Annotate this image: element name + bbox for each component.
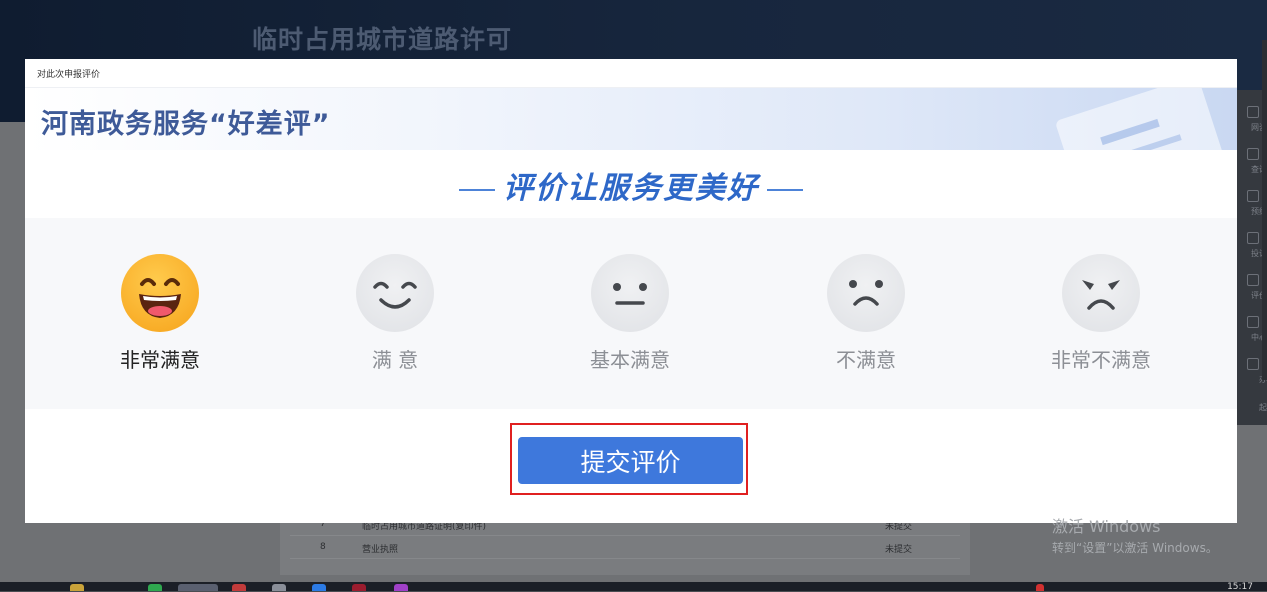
rating-option-satisfied[interactable]: 满 意 [315,254,475,384]
option-label: 基本满意 [590,348,670,372]
row-status: 未提交 [885,545,913,555]
dissatisfied-face-icon[interactable] [827,254,905,332]
rating-options: 非常满意 满 意 基本满意 不满意 非常不满意 [25,218,1237,409]
slogan-text: 评价让服务更美好 [503,171,759,206]
app-icon[interactable] [394,584,408,591]
app-icon[interactable] [272,584,286,591]
banner-title: 河南政务服务“好差评” [41,109,331,140]
evaluate-icon [1247,274,1259,286]
rating-option-dissatisfied[interactable]: 不满意 [786,254,946,384]
watermark-line-2: 转到“设置”以激活 Windows。 [1052,541,1218,555]
basically-satisfied-face-icon[interactable] [591,254,669,332]
evaluation-modal: 对此次申报评价 河南政务服务“好差评” 评价让服务更美好 非常满意 满 意 基本… [25,59,1237,523]
rating-option-very-satisfied[interactable]: 非常满意 [80,254,240,384]
row-index: 8 [320,542,326,552]
watermark-line-1: 激活 Windows [1052,517,1161,536]
app-icon[interactable] [148,584,162,591]
slogan-left-line [459,188,495,191]
slogan: 评价让服务更美好 [25,163,1237,207]
app-icon[interactable] [312,584,326,591]
option-label: 非常不满意 [1051,348,1151,372]
browser-taskbar-icon[interactable] [178,584,218,591]
center-icon [1247,316,1259,328]
complaint-icon [1247,232,1259,244]
rating-option-very-dissatisfied[interactable]: 非常不满意 [1021,254,1181,384]
banner-document-illustration [1054,88,1226,150]
taskbar: 15:17 [0,582,1267,592]
tray-icon[interactable] [1036,584,1044,591]
option-label: 满 意 [371,348,419,372]
option-label: 非常满意 [120,348,200,372]
rail-item-collapse[interactable]: 起 [1237,394,1267,434]
row-name: 营业执照 [362,545,399,555]
page-scrollbar[interactable] [1262,40,1267,380]
rail-label: 起 [1259,403,1267,412]
query-icon [1247,148,1259,160]
appointment-icon [1247,190,1259,202]
modal-titlebar: 对此次申报评价 [25,59,1237,88]
table-row: 8 营业执照 未提交 [290,538,960,559]
very-satisfied-face-icon[interactable] [121,254,199,332]
windows-activation-watermark: 激活 Windows 转到“设置”以激活 Windows。 [1052,513,1218,556]
consult-icon [1247,106,1259,118]
app-icon[interactable] [352,584,366,591]
satisfied-face-icon[interactable] [356,254,434,332]
file-explorer-icon[interactable] [70,584,84,591]
slogan-right-line [767,188,803,191]
rating-option-basically-satisfied[interactable]: 基本满意 [550,254,710,384]
modal-title: 对此次申报评价 [37,70,101,80]
handle-icon [1247,358,1259,370]
option-label: 不满意 [836,348,896,372]
submit-evaluation-button[interactable]: 提交评价 [518,437,743,484]
evaluation-banner: 河南政务服务“好差评” [25,88,1237,150]
very-dissatisfied-face-icon[interactable] [1062,254,1140,332]
app-icon[interactable] [232,584,246,591]
background-page-title: 临时占用城市道路许可 [252,25,513,54]
